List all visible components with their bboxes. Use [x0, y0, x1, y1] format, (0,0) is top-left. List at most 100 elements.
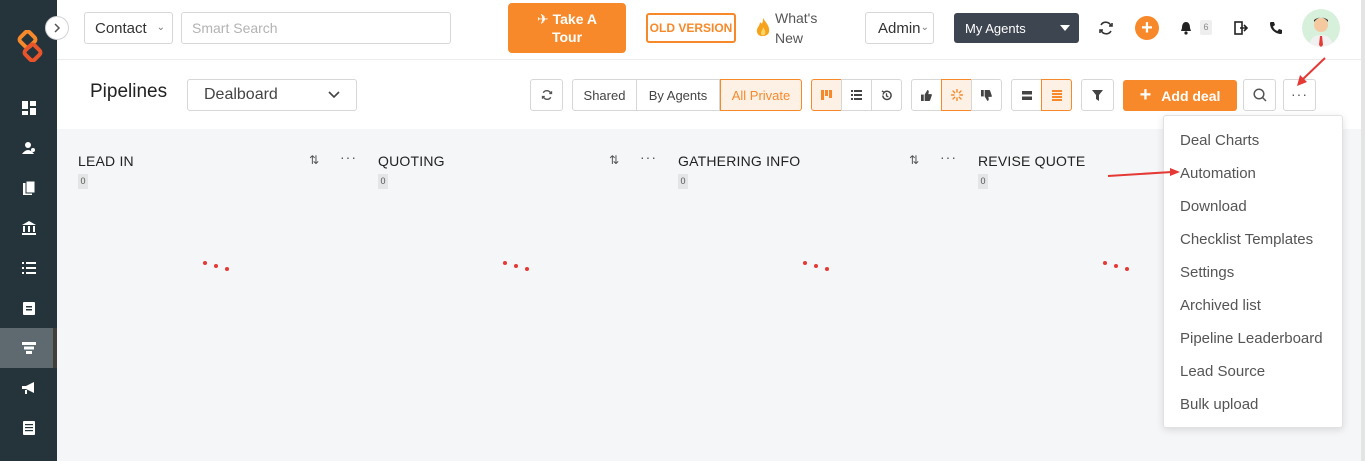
chevron-down-icon: [328, 91, 340, 99]
sidebar-item-bank[interactable]: [0, 208, 57, 248]
tour-label-1: Take A: [552, 11, 597, 27]
contacts-icon: [21, 142, 35, 154]
logout-icon: [1234, 21, 1248, 35]
bell-icon: [1181, 22, 1191, 35]
reload-board-button[interactable]: [530, 79, 563, 111]
menu-item-download[interactable]: Download: [1180, 198, 1247, 215]
plus-icon: +: [1139, 84, 1152, 106]
plane-icon: ✈: [537, 11, 549, 27]
pipeline-column: QUOTING 0 ⇅ ···: [357, 129, 657, 461]
list-icon: [21, 262, 36, 274]
column-count-badge: 0: [978, 174, 988, 189]
logo-icon[interactable]: [14, 30, 46, 62]
search-deals-button[interactable]: [1243, 79, 1276, 111]
my-agents-select[interactable]: My Agents: [954, 13, 1079, 43]
sidebar-item-pipeline[interactable]: [0, 328, 57, 368]
sort-icon[interactable]: ⇅: [909, 153, 919, 167]
filter-button[interactable]: [1081, 79, 1114, 111]
column-more-icon[interactable]: ···: [940, 149, 957, 165]
pipeline-select-label: Dealboard: [204, 86, 278, 103]
column-more-icon[interactable]: ···: [340, 149, 357, 165]
column-count-badge: 0: [378, 174, 388, 189]
menu-item-pipeline-leaderboard[interactable]: Pipeline Leaderboard: [1180, 330, 1323, 347]
lost-deals-button[interactable]: [971, 79, 1002, 111]
smart-search-input[interactable]: [181, 12, 451, 44]
contact-type-select[interactable]: Contact ⌄: [84, 12, 173, 44]
loading-spinner: [1103, 259, 1133, 273]
notification-count-badge: 6: [1200, 20, 1212, 35]
notifications-button[interactable]: [1174, 16, 1198, 40]
more-options-button[interactable]: ···: [1283, 79, 1316, 111]
menu-item-checklist-templates[interactable]: Checklist Templates: [1180, 231, 1313, 248]
sidebar-item-campaigns[interactable]: [0, 368, 57, 408]
contact-type-label: Contact: [95, 19, 147, 37]
filter-all-private-button[interactable]: All Private: [720, 79, 802, 111]
whats-new-button[interactable]: What's New: [754, 8, 834, 48]
thumbs-up-icon: [921, 89, 932, 101]
filter-by-agents-button[interactable]: By Agents: [636, 79, 720, 111]
whats-new-line-1: What's: [775, 10, 818, 26]
thumbs-down-icon: [981, 89, 992, 101]
user-avatar[interactable]: [1302, 9, 1340, 47]
sort-icon[interactable]: ⇅: [309, 153, 319, 167]
menu-item-deal-charts[interactable]: Deal Charts: [1180, 132, 1259, 149]
notes-icon: [22, 421, 35, 435]
list-view-button[interactable]: [841, 79, 872, 111]
add-deal-button[interactable]: + Add deal: [1123, 80, 1237, 111]
chevron-down-icon: ⌄: [920, 22, 929, 33]
filter-icon: [1092, 89, 1103, 101]
refresh-icon: [1099, 21, 1113, 35]
pipeline-select[interactable]: Dealboard: [187, 79, 357, 111]
menu-item-lead-source[interactable]: Lead Source: [1180, 363, 1265, 380]
sidebar-collapse-button[interactable]: [45, 16, 69, 40]
expanded-view-button[interactable]: [1041, 79, 1072, 111]
sidebar-item-list[interactable]: [0, 248, 57, 288]
admin-select[interactable]: Admin ⌄: [865, 12, 934, 44]
open-deals-button[interactable]: [941, 79, 972, 111]
expanded-rows-icon: [1051, 89, 1062, 101]
filter-shared-button[interactable]: Shared: [572, 79, 637, 111]
plus-icon: +: [1141, 17, 1153, 39]
pipeline-column: LEAD IN 0 ⇅ ···: [57, 129, 357, 461]
menu-item-bulk-upload[interactable]: Bulk upload: [1180, 396, 1258, 413]
refresh-icon: [541, 90, 552, 100]
admin-label: Admin: [878, 19, 921, 37]
column-title: LEAD IN: [78, 153, 134, 169]
add-deal-label: Add deal: [1161, 87, 1221, 104]
column-more-icon[interactable]: ···: [640, 149, 657, 165]
tour-label-2: Tour: [551, 29, 583, 45]
compact-rows-icon: [1021, 90, 1032, 100]
history-view-button[interactable]: [871, 79, 902, 111]
sync-button[interactable]: [1094, 16, 1118, 40]
sidebar-item-dashboard[interactable]: [0, 88, 57, 128]
phone-button[interactable]: [1264, 16, 1288, 40]
sidebar-item-notes[interactable]: [0, 408, 57, 448]
phone-icon: [1270, 22, 1282, 34]
menu-item-automation[interactable]: Automation: [1180, 165, 1256, 182]
column-count-badge: 0: [678, 174, 688, 189]
sidebar: [0, 0, 57, 461]
won-deals-button[interactable]: [911, 79, 942, 111]
documents-icon: [22, 181, 35, 195]
old-version-button[interactable]: OLD VERSION: [646, 13, 736, 43]
list-icon: [851, 90, 862, 100]
quick-add-button[interactable]: +: [1135, 16, 1159, 40]
search-icon: [1252, 88, 1267, 102]
my-agents-label: My Agents: [965, 20, 1026, 36]
take-a-tour-button[interactable]: ✈ Take A Tour: [508, 3, 626, 53]
menu-item-archived-list[interactable]: Archived list: [1180, 297, 1261, 314]
kanban-view-button[interactable]: [811, 79, 842, 111]
sidebar-item-contacts[interactable]: [0, 128, 57, 168]
compact-view-button[interactable]: [1011, 79, 1042, 111]
chevron-right-icon: [54, 23, 61, 33]
sidebar-item-clipboard[interactable]: [0, 288, 57, 328]
page-scrollbar[interactable]: [1361, 0, 1365, 461]
column-count-badge: 0: [78, 174, 88, 189]
spinner-icon: [950, 89, 963, 101]
sort-icon[interactable]: ⇅: [609, 153, 619, 167]
chevron-down-icon: ⌄: [156, 22, 165, 33]
menu-item-settings[interactable]: Settings: [1180, 264, 1234, 281]
logout-button[interactable]: [1229, 16, 1253, 40]
loading-spinner: [503, 259, 533, 273]
sidebar-item-documents[interactable]: [0, 168, 57, 208]
